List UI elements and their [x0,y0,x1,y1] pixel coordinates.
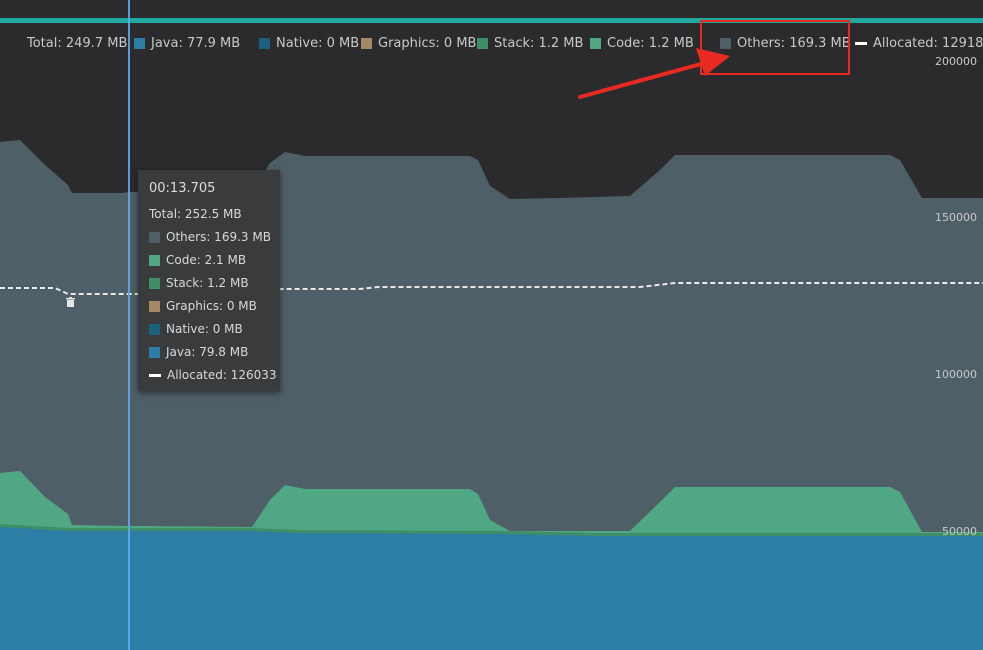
tooltip-row-native: Native: 0 MB [149,322,243,336]
tooltip-time: 00:13.705 [149,181,216,196]
tooltip-row-code: Code: 2.1 MB [149,253,246,267]
legend-graphics: Graphics: 0 MB [361,36,476,51]
others-swatch-icon [149,231,160,243]
tooltip-row-stack: Stack: 1.2 MB [149,276,249,290]
legend-stack: Stack: 1.2 MB [477,36,583,51]
tooltip-row-allocated: Allocated: 126033 [149,368,277,382]
java-swatch-icon [149,346,160,358]
legend-total: Total: 249.7 MB [27,36,128,51]
chart-tooltip: 00:13.705 Total: 252.5 MB Others: 169.3 … [138,170,280,391]
timeline-cursor[interactable] [128,0,130,650]
legend-allocated: Allocated: 129189 [855,36,983,51]
others-highlight-box [700,20,850,75]
tooltip-total: Total: 252.5 MB [149,207,242,221]
native-swatch-icon [149,323,160,335]
stack-swatch-icon [149,277,160,289]
graphics-swatch-icon [361,38,372,49]
legend-java: Java: 77.9 MB [134,36,240,51]
y-tick-100000: 100000 [935,368,977,381]
legend-code: Code: 1.2 MB [590,36,694,51]
allocated-dash-icon [855,42,867,45]
tooltip-row-graphics: Graphics: 0 MB [149,299,257,313]
legend-native: Native: 0 MB [259,36,359,51]
native-swatch-icon [259,38,270,49]
java-swatch-icon [134,38,145,49]
y-tick-150000: 150000 [935,211,977,224]
tooltip-row-java: Java: 79.8 MB [149,345,248,359]
y-tick-50000: 50000 [942,525,977,538]
allocated-dash-icon [149,373,161,377]
code-swatch-icon [149,254,160,266]
code-swatch-icon [590,38,601,49]
tooltip-row-others: Others: 169.3 MB [149,230,271,244]
y-tick-200000: 200000 [935,55,977,68]
java-area [0,527,983,650]
stack-swatch-icon [477,38,488,49]
graphics-swatch-icon [149,300,160,312]
trash-can-icon[interactable] [66,297,75,307]
